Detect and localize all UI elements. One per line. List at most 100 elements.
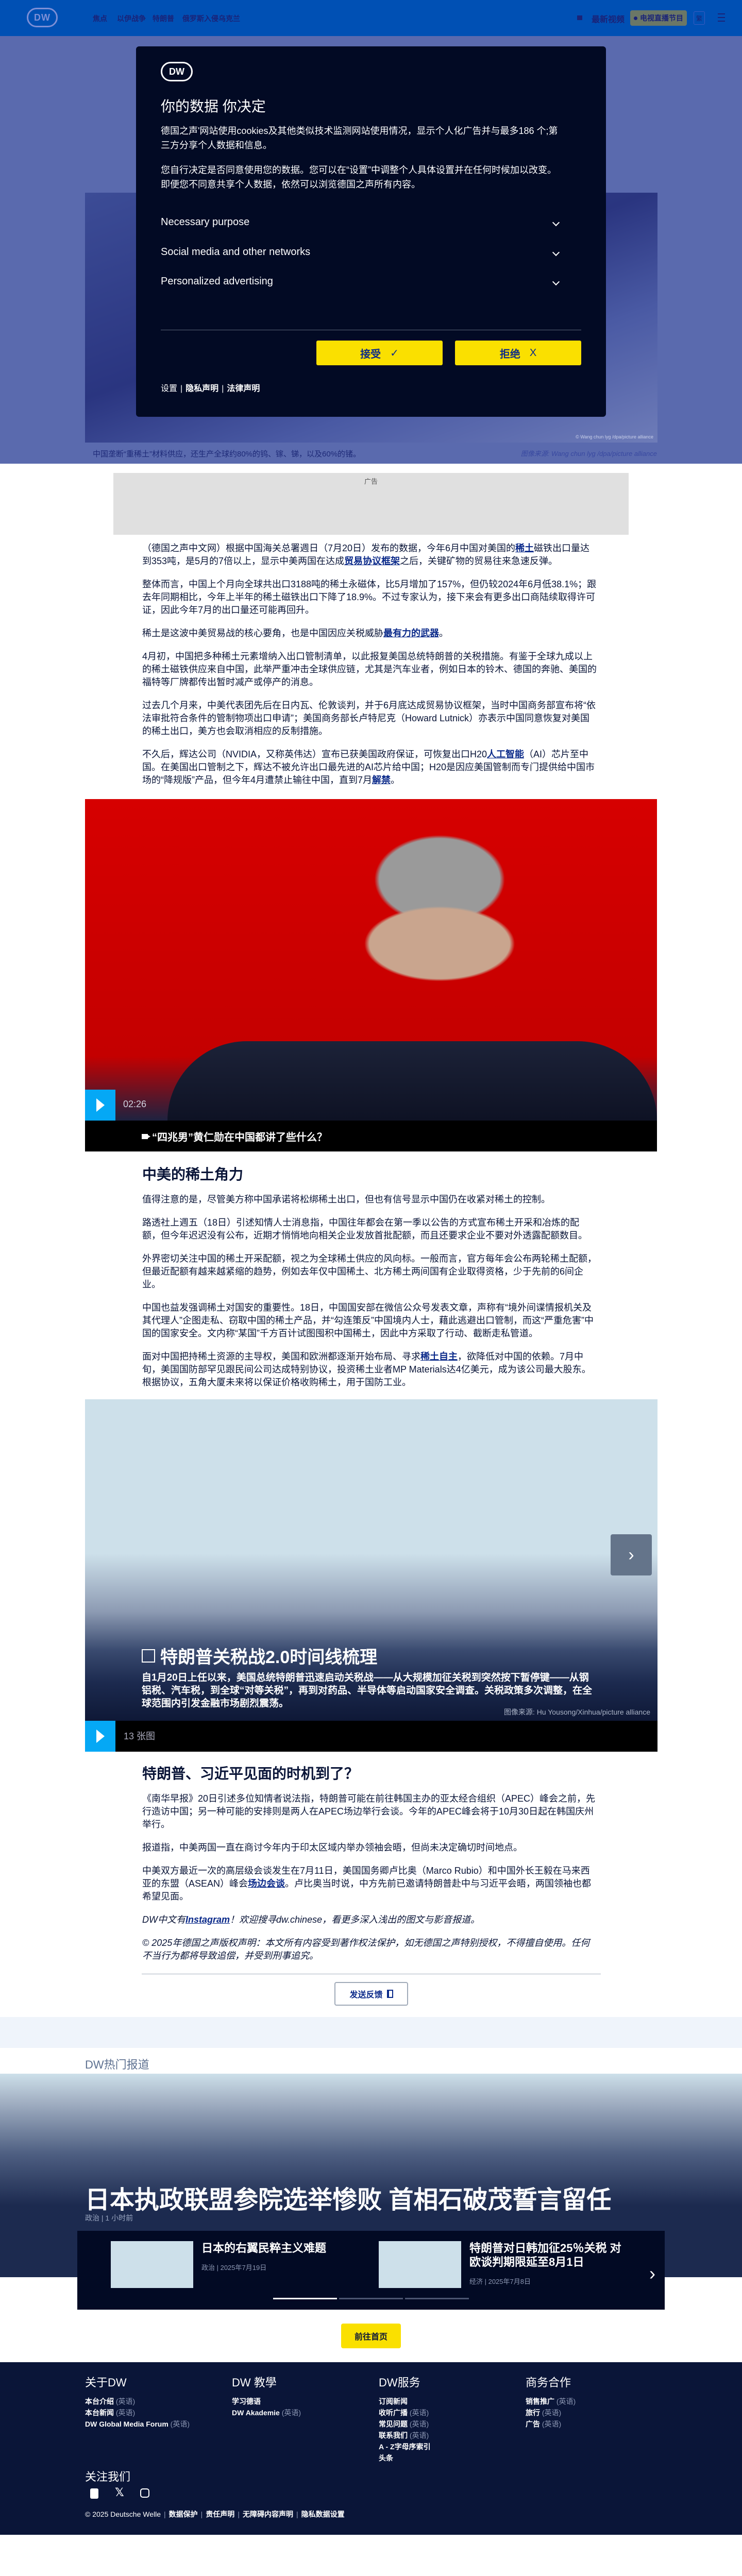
ad-slot: 广告 [113, 473, 629, 535]
slide-dot[interactable] [405, 2298, 469, 2299]
footer-link[interactable]: 联系我们 (英语) [379, 2430, 431, 2442]
inline-link[interactable]: 最有力的武器 [383, 628, 439, 638]
language-note: (英语) [279, 2409, 301, 2417]
video-title[interactable]: “四兆男”黄仁勋在中国都讲了些什么？ [142, 1129, 327, 1144]
carousel-card[interactable]: 特朗普对日韩加征25％关税 对欧谈判期限延至8月1日 经济 | 2025年7月8日 [379, 2241, 624, 2288]
language-switch[interactable]: 繁 [694, 11, 705, 25]
text: © 2025年德国之声版权声明：本文所有内容受到著作权法保护，如无德国之声特别授… [142, 1938, 590, 1961]
footer-link[interactable]: DW Akademie (英语) [232, 2408, 301, 2419]
footer: 关于DW 本台介绍 (英语) 本台新闻 (英语) DW Global Media Fo… [0, 2362, 742, 2535]
footer-link[interactable]: A - Z字母序索引 [379, 2442, 431, 2453]
language-note: (英语) [114, 2397, 136, 2405]
privacy-link[interactable]: 隐私声明 [185, 384, 218, 393]
video-thumbnail [85, 799, 657, 1121]
instagram-icon[interactable] [140, 2488, 149, 2498]
gallery-next-button[interactable]: › [611, 1534, 652, 1575]
disclaimer-link[interactable]: 责任声明 [206, 2510, 234, 2518]
dw-logo[interactable]: DW [27, 8, 58, 27]
inline-link[interactable]: 贸易协议框架 [344, 556, 400, 566]
hero-credit: 图像来源: Wang chun lyg /dpa/picture allianc… [520, 450, 657, 457]
youtube-icon[interactable] [90, 2488, 98, 2499]
language-note: (英语) [540, 2420, 562, 2428]
live-tv-button[interactable]: 电视直播节目 [630, 10, 687, 26]
gallery-credit: 图像来源: Hu Yousong/Xinhua/picture alliance [503, 1708, 650, 1716]
dw-logo: DW [161, 62, 193, 81]
data-protection-link[interactable]: 数据保护 [169, 2510, 198, 2518]
accordion-necessary[interactable]: Necessary purpose [161, 216, 563, 228]
ad-area [0, 2017, 742, 2048]
x-icon[interactable]: 𝕏 [115, 2486, 124, 2499]
play-button[interactable] [85, 1090, 115, 1121]
footer-link[interactable]: 头条 [379, 2453, 431, 2464]
footer-column: DW 教學 学习德语 DW Akademie (英语) [232, 2374, 301, 2419]
video-player[interactable]: 02:26 “四兆男”黄仁勋在中国都讲了些什么？ [85, 799, 657, 1151]
inline-link[interactable]: Instagram [185, 1914, 230, 1925]
chevron-down-icon [552, 278, 560, 285]
latest-video-link[interactable]: 最新视频 [592, 12, 625, 25]
footer-link[interactable]: DW Global Media Forum (英语) [85, 2419, 190, 2430]
copyright: © 2025 Deutsche Welle [85, 2510, 161, 2518]
trending-meta: 政治 | 1 小时前 [85, 2214, 133, 2222]
language-note: (英语) [408, 2420, 429, 2428]
video-icon [577, 15, 582, 20]
settings-link[interactable]: 设置 [161, 384, 177, 393]
text: DW中文有 [142, 1914, 185, 1925]
nav-israel-iran[interactable]: 以伊战争 [117, 13, 146, 24]
footer-link[interactable]: 常见问题 (英语) [379, 2419, 431, 2430]
footer-link[interactable]: 销售推广 (英语) [526, 2396, 576, 2408]
slide-dot[interactable] [339, 2298, 403, 2299]
carousel-indicator [273, 2298, 469, 2299]
feedback-label: 发送反馈 [349, 1991, 383, 1999]
nav-focus[interactable]: 焦点 [93, 13, 107, 24]
cookie-consent-dialog: DW 你的数据 你决定 德国之声'网站使用cookies及其他类似技术监测网站使… [136, 46, 606, 417]
inline-link[interactable]: 场边会谈 [248, 1878, 285, 1889]
nav-ukraine[interactable]: 俄罗斯入侵乌克兰 [182, 13, 240, 24]
paragraph: 中国也益发强调稀土对国安的重要性。18日，中国国安部在微信公众号发表文章，声称有… [142, 1301, 598, 1340]
accessibility-link[interactable]: 无障碍内容声明 [243, 2510, 293, 2518]
accordion-advertising[interactable]: Personalized advertising [161, 276, 563, 287]
privacy-settings-link[interactable]: 隐私数据设置 [301, 2510, 345, 2518]
footer-link[interactable]: 本台新闻 (英语) [85, 2408, 190, 2419]
home-button[interactable]: 前往首页 [341, 2324, 401, 2348]
feedback-button[interactable]: 发送反馈 [334, 1982, 408, 2006]
card-meta: 政治 | 2025年7月19日 [201, 2264, 267, 2272]
menu-icon[interactable] [718, 13, 725, 24]
legal-link[interactable]: 法律声明 [227, 384, 260, 393]
chevron-down-icon [552, 218, 560, 226]
article-body: （德国之声中文网）根据中国海关总署週日（7月20日）发布的数据，今年6月中国对美… [142, 542, 598, 797]
slide-dot[interactable] [273, 2298, 337, 2299]
accordion-social[interactable]: Social media and other networks [161, 246, 563, 258]
hero-caption: 中国垄断“重稀土”材料供应，还生产全球约80%的钨、镓、锑，以及60%的锗。 [93, 450, 361, 459]
nav-trump[interactable]: 特朗普 [153, 13, 174, 24]
paragraph: 4月初，中国把多种稀土元素增纳入出口管制清单，以此报复美国总统特朗普的关税措施。… [142, 650, 598, 689]
inline-link[interactable]: 稀土自主 [420, 1351, 458, 1362]
footer-column: 关于DW 本台介绍 (英语) 本台新闻 (英语) DW Global Media Fo… [85, 2374, 190, 2430]
trending-title[interactable]: 日本执政联盟参院选举惨败 首相石破茂誓言留任 [85, 2179, 611, 2215]
footer-link[interactable]: 旅行 (英语) [526, 2408, 576, 2419]
gallery-play-button[interactable] [85, 1721, 115, 1752]
chevron-right-icon[interactable]: › [649, 2263, 655, 2284]
carousel-card[interactable]: 日本的右翼民粹主义难题 政治 | 2025年7月19日 [111, 2241, 326, 2288]
footer-link[interactable]: 本台介绍 (英语) [85, 2396, 190, 2408]
text: 不久后，辉达公司（NVIDIA，又称英伟达）宣布已获美国政府保证，可恢复出口H2… [142, 749, 487, 759]
footer-link[interactable]: 学习德语 [232, 2396, 301, 2408]
inline-link[interactable]: 稀土 [515, 543, 534, 553]
paragraph: 过去几个月来，中美代表团先后在日内瓦、伦敦谈判，并于6月底达成贸易协议框架，当时… [142, 699, 598, 738]
inline-link[interactable]: 人工智能 [487, 749, 524, 759]
card-meta: 经济 | 2025年7月8日 [469, 2278, 531, 2285]
image-gallery[interactable]: › 特朗普关税战2.0时间线梳理 自1月20日上任以来，美国总统特朗普迅速启动关… [85, 1399, 657, 1752]
image-credit: © Wang chun lyg /dpa/picture alliance [576, 434, 653, 439]
reject-button[interactable]: 拒绝 X [455, 341, 581, 365]
language-note: (英语) [408, 2409, 429, 2417]
site-header: DW 焦点 以伊战争 特朗普 俄罗斯入侵乌克兰 最新视频 电视直播节目 繁 [0, 0, 742, 36]
footer-link[interactable]: 广告 (英语) [526, 2419, 576, 2430]
accept-button[interactable]: 接受 ✓ [316, 341, 443, 365]
gallery-title[interactable]: 特朗普关税战2.0时间线梳理 [142, 1643, 377, 1668]
inline-link[interactable]: 解禁 [372, 775, 391, 785]
footer-link[interactable]: 收听广播 (英语) [379, 2408, 431, 2419]
video-title-text: “四兆男”黄仁勋在中国都讲了些什么？ [152, 1132, 327, 1143]
text: 稀土是这波中美贸易战的核心要角，也是中国因应关税威胁 [142, 628, 383, 638]
accordion-label: Social media and other networks [161, 246, 311, 258]
footer-link[interactable]: 订阅新闻 [379, 2396, 431, 2408]
language-note: (英语) [114, 2409, 136, 2417]
